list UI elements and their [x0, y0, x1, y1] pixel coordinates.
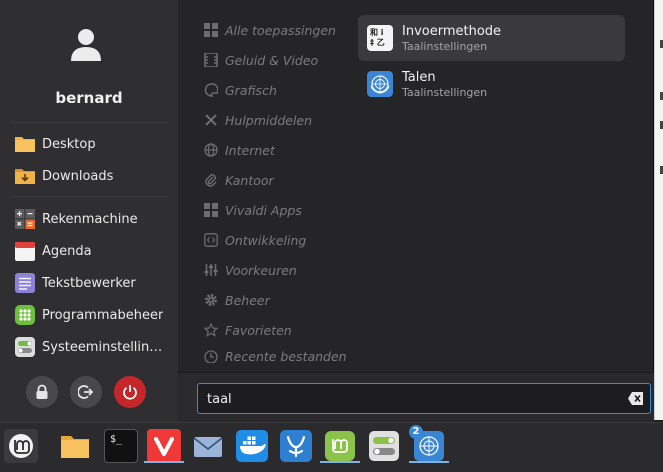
- lock-screen-button[interactable]: [26, 376, 58, 408]
- application-menu: bernard Desktop Downloads Rekenmachine A…: [0, 0, 654, 422]
- vivaldi-icon: [154, 437, 174, 456]
- search-input[interactable]: [207, 389, 607, 409]
- favorite-downloads[interactable]: Downloads: [10, 162, 170, 190]
- files-icon: [61, 436, 89, 458]
- favorite-desktop[interactable]: Desktop: [10, 130, 170, 158]
- tools-icon: [203, 112, 219, 128]
- settings-toggle-icon: [369, 431, 399, 461]
- input-method-icon: 和 i ‡ 乙: [367, 25, 393, 51]
- mail-taskbar-button[interactable]: [191, 429, 225, 463]
- category-favorieten[interactable]: Favorieten: [203, 319, 292, 341]
- category-beheer[interactable]: Beheer: [203, 289, 270, 311]
- clear-search-icon[interactable]: [628, 392, 643, 405]
- vscodium-icon: [280, 430, 312, 462]
- settings-taskbar-button[interactable]: [367, 429, 401, 463]
- system-settings-icon: [14, 336, 36, 358]
- power-button[interactable]: [114, 376, 146, 408]
- divider: [10, 122, 168, 123]
- result-talen[interactable]: Talen Taalinstellingen: [358, 61, 625, 107]
- terminal-taskbar-button[interactable]: $_: [104, 429, 138, 463]
- favorite-tekstbewerker[interactable]: Tekstbewerker: [10, 269, 170, 297]
- running-indicator: [144, 461, 184, 463]
- clock-icon: [203, 349, 219, 363]
- window-count-badge: 2: [409, 425, 423, 439]
- gear-icon: [203, 292, 219, 308]
- user-avatar-icon[interactable]: [70, 28, 102, 62]
- running-indicator: [320, 461, 360, 463]
- category-vivaldi-apps[interactable]: Vivaldi Apps: [203, 199, 302, 221]
- favorite-programmabeheer[interactable]: Programmabeheer: [10, 301, 170, 329]
- mint-menu-button[interactable]: [4, 429, 38, 463]
- favorite-systeeminstellingen[interactable]: Systeeminstellingen: [10, 333, 170, 361]
- favorite-agenda[interactable]: Agenda: [10, 237, 170, 265]
- folder-icon: [14, 133, 36, 155]
- calendar-icon: [14, 240, 36, 262]
- un-languages-icon: [367, 71, 393, 97]
- grid-icon: [203, 22, 219, 38]
- background-window: [654, 0, 663, 420]
- grid-icon: [203, 202, 219, 218]
- running-indicator: [409, 461, 449, 463]
- category-kantoor[interactable]: Kantoor: [203, 169, 274, 191]
- category-geluid-video[interactable]: Geluid & Video: [203, 49, 318, 71]
- divider: [10, 196, 168, 197]
- mintinstall-icon: [325, 431, 355, 461]
- mintinstall-taskbar-button[interactable]: [320, 429, 360, 463]
- film-icon: [203, 52, 219, 68]
- user-name: bernard: [55, 89, 123, 107]
- docker-icon: [236, 430, 268, 462]
- category-internet[interactable]: Internet: [203, 139, 275, 161]
- category-alle-toepassingen[interactable]: Alle toepassingen: [203, 19, 336, 41]
- search-field[interactable]: [197, 383, 651, 414]
- menu-sidebar: bernard Desktop Downloads Rekenmachine A…: [0, 0, 178, 422]
- paperclip-icon: [203, 172, 219, 188]
- docker-taskbar-button[interactable]: [235, 429, 269, 463]
- category-recente-bestanden[interactable]: Recente bestanden: [203, 349, 347, 363]
- software-manager-icon: [14, 304, 36, 326]
- vscodium-taskbar-button[interactable]: [279, 429, 313, 463]
- lock-icon: [36, 384, 48, 399]
- languages-taskbar-button[interactable]: 2: [409, 425, 449, 463]
- logout-icon: [78, 385, 94, 399]
- taskbar: $_ 2: [0, 422, 663, 472]
- files-taskbar-button[interactable]: [58, 429, 92, 463]
- text-editor-icon: [14, 272, 36, 294]
- code-icon: [203, 232, 219, 248]
- palette-icon: [203, 82, 219, 98]
- mail-icon: [193, 437, 223, 457]
- globe-icon: [203, 142, 219, 158]
- vivaldi-taskbar-button[interactable]: [144, 429, 184, 463]
- power-icon: [123, 385, 137, 400]
- category-voorkeuren[interactable]: Voorkeuren: [203, 259, 297, 281]
- terminal-icon: $_: [110, 434, 123, 445]
- sliders-icon: [203, 262, 219, 278]
- favorite-rekenmachine[interactable]: Rekenmachine: [10, 205, 170, 233]
- category-grafisch[interactable]: Grafisch: [203, 79, 277, 101]
- mint-menu-icon: [9, 434, 33, 458]
- result-invoermethode[interactable]: 和 i ‡ 乙 Invoermethode Taalinstellingen: [358, 15, 625, 61]
- downloads-folder-icon: [14, 165, 36, 187]
- calculator-icon: [14, 208, 36, 230]
- star-icon: [203, 322, 219, 338]
- logout-button[interactable]: [70, 376, 102, 408]
- category-hulpmiddelen[interactable]: Hulpmiddelen: [203, 109, 312, 131]
- category-ontwikkeling[interactable]: Ontwikkeling: [203, 229, 306, 251]
